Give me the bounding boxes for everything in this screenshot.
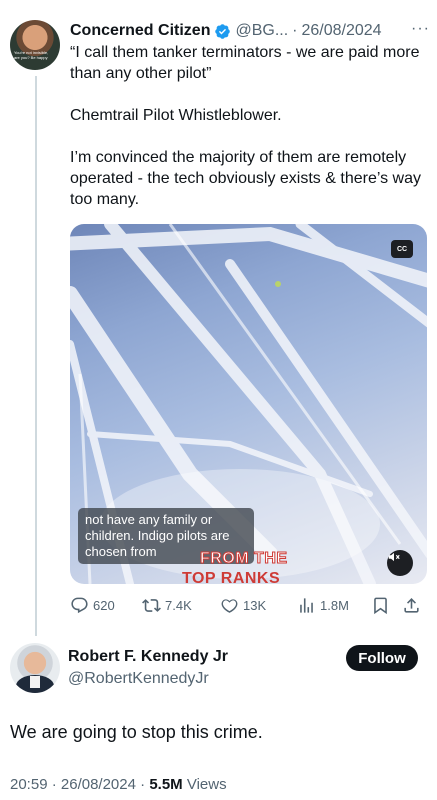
reply-icon [70, 596, 89, 615]
reply-count: 620 [93, 597, 115, 613]
author-name[interactable]: Concerned Citizen [70, 22, 210, 40]
repost-icon [142, 596, 161, 615]
tweet-date[interactable]: 26/08/2024 [302, 22, 382, 40]
author-name[interactable]: Robert F. Kennedy Jr [68, 648, 228, 666]
avatar[interactable] [10, 643, 60, 693]
tweet-text-line: “I call them tanker terminators - we are… [70, 44, 420, 82]
tweet-time[interactable]: 20:59 [10, 776, 48, 793]
tweet-header: Concerned Citizen @BG... · 26/08/2024 ··… [70, 20, 430, 42]
like-button[interactable]: 13K [220, 592, 266, 618]
follow-button[interactable]: Follow [346, 645, 418, 671]
views-label: Views [186, 776, 227, 793]
share-button[interactable] [402, 592, 421, 618]
tweet-actions: 620 7.4K 13K 1.8M [70, 592, 430, 618]
tweet-text-line: I’m convinced the majority of them are r… [70, 149, 421, 208]
video-overlay-text: TOP RANKS [182, 570, 281, 584]
views-button[interactable]: 1.8M [297, 592, 349, 618]
verified-badge-icon [214, 23, 231, 40]
avatar[interactable]: You're not invisible, are you? Be happy [10, 20, 60, 70]
analytics-icon [297, 596, 316, 615]
thread-line [35, 76, 37, 636]
tweet-meta: 20:59 · 26/08/2024 · 5.5M Views [10, 776, 227, 793]
heart-icon [220, 596, 239, 615]
author-handle[interactable]: @BG... [235, 22, 288, 40]
bookmark-icon [371, 596, 390, 615]
reply-button[interactable]: 620 [70, 592, 115, 618]
more-options-icon[interactable]: ··· [411, 20, 430, 38]
repost-button[interactable]: 7.4K [142, 592, 192, 618]
separator: · [140, 776, 146, 793]
closed-captions-icon[interactable]: CC [391, 240, 413, 258]
video-overlay-text: FROM THE [200, 550, 288, 568]
tweet-text: “I call them tanker terminators - we are… [70, 42, 432, 231]
share-icon [402, 596, 421, 615]
repost-count: 7.4K [165, 597, 192, 613]
mute-icon[interactable] [387, 550, 413, 576]
views-count[interactable]: 5.5M [149, 776, 182, 793]
tweet-date[interactable]: 26/08/2024 [61, 776, 136, 793]
views-count: 1.8M [320, 597, 349, 613]
video-player[interactable]: CC not have any family or children. Indi… [70, 224, 427, 584]
parent-tweet[interactable]: You're not invisible, are you? Be happy … [0, 0, 437, 636]
avatar-collar [30, 676, 40, 688]
bookmark-button[interactable] [371, 592, 390, 618]
tweet-text: We are going to stop this crime. [10, 722, 263, 742]
separator: · [292, 22, 298, 39]
tweet-text-line: Chemtrail Pilot Whistleblower. [70, 107, 282, 124]
separator: · [51, 776, 57, 793]
avatar-text: You're not invisible, are you? Be happy [14, 50, 49, 60]
like-count: 13K [243, 597, 267, 613]
author-handle[interactable]: @RobertKennedyJr [68, 670, 209, 688]
